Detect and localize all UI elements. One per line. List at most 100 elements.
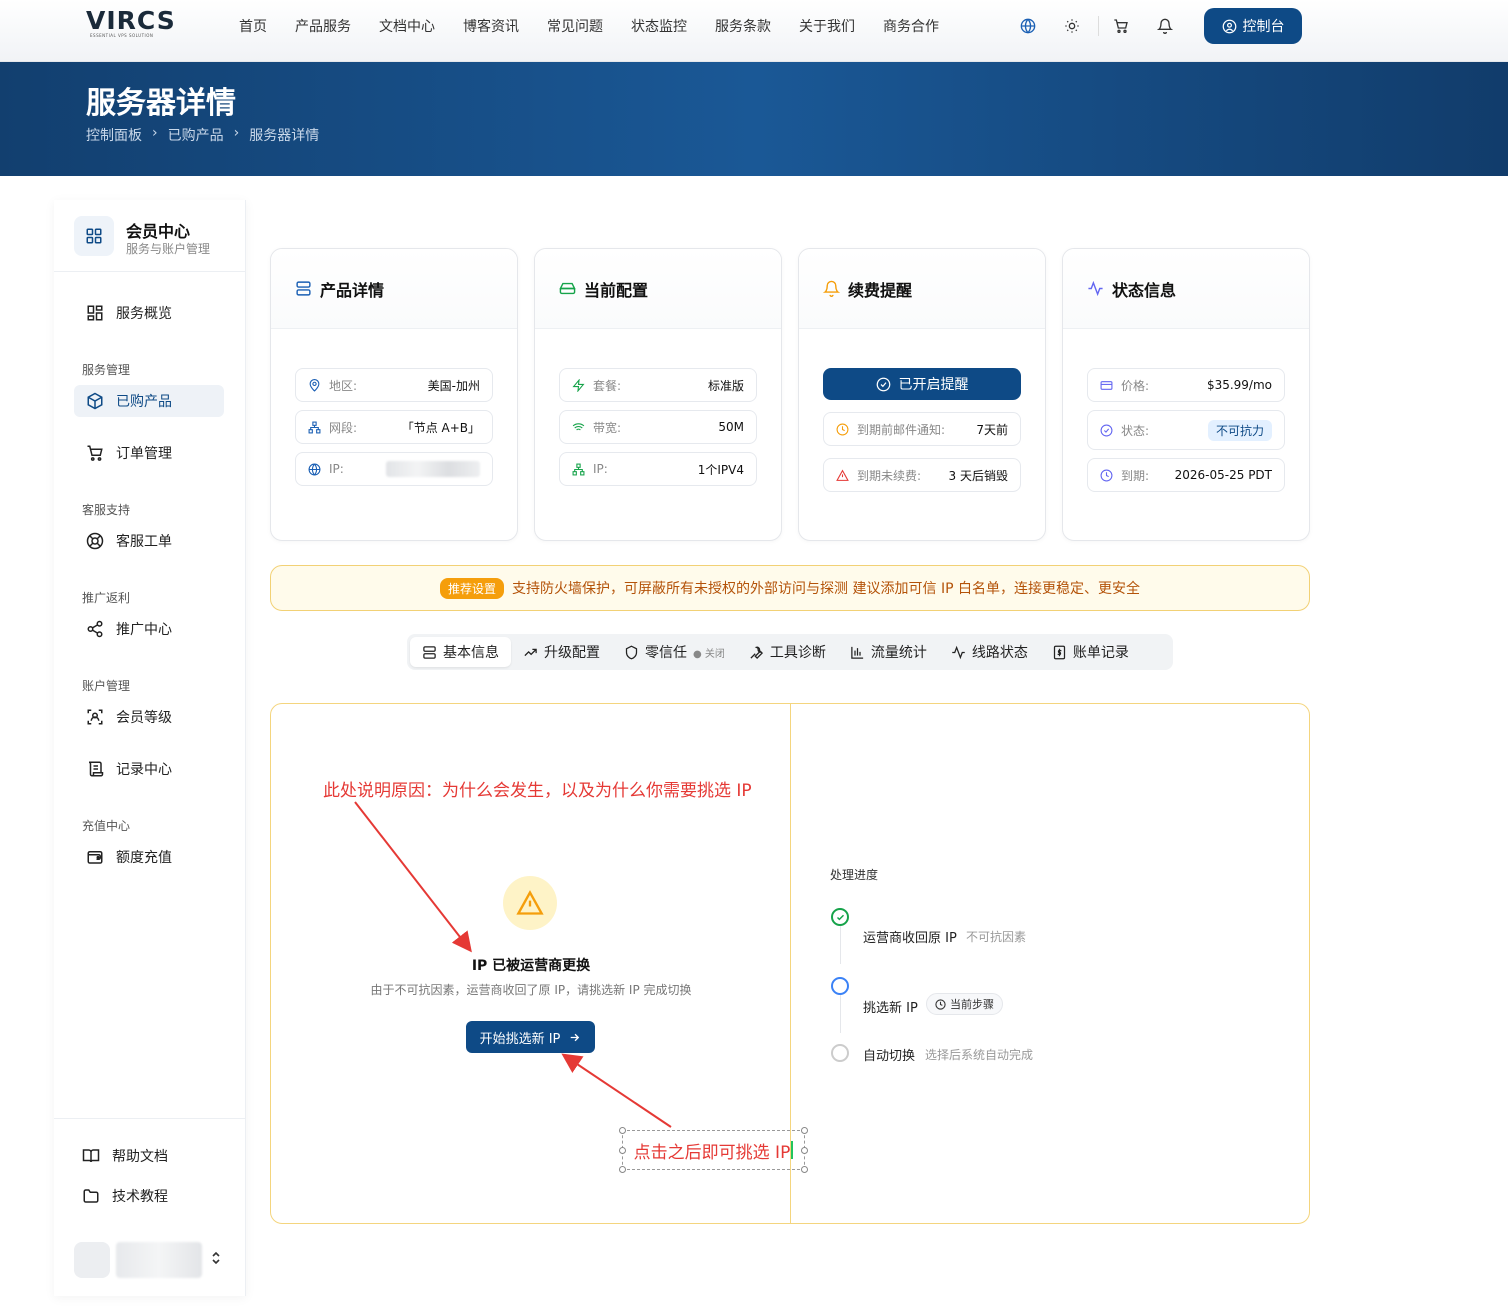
- globe-icon[interactable]: [1016, 14, 1040, 38]
- alert-triangle-icon: [836, 469, 849, 481]
- card-header: 续费提醒: [799, 249, 1045, 329]
- grid-icon: [87, 305, 103, 321]
- avatar[interactable]: [74, 1242, 110, 1278]
- user-name-blurred[interactable]: [116, 1242, 202, 1278]
- tab-upgrade[interactable]: 升级配置: [511, 637, 612, 667]
- tab-label: 升级配置: [544, 645, 600, 661]
- breadcrumb-separator: ›: [152, 125, 158, 141]
- wifi-icon: [572, 422, 585, 432]
- bell-icon[interactable]: [1153, 14, 1177, 38]
- segment-value: 「节点 A+B」: [401, 420, 480, 435]
- receipt-icon: [1053, 645, 1066, 659]
- map-pin-icon: [309, 378, 320, 392]
- nav-docs[interactable]: 文档中心: [365, 16, 449, 36]
- status-badge: 不可抗力: [1207, 419, 1272, 441]
- tab-traffic[interactable]: 流量统计: [838, 637, 939, 667]
- price-row: 价格: $35.99/mo: [1087, 368, 1285, 402]
- sidebar-item-overview[interactable]: 服务概览: [74, 297, 224, 329]
- tab-label: 基本信息: [443, 645, 499, 661]
- sidebar-item-tickets[interactable]: 客服工单: [74, 525, 224, 557]
- tab-tools[interactable]: 工具诊断: [737, 637, 838, 667]
- nav-about[interactable]: 关于我们: [785, 16, 869, 36]
- tab-basic-info[interactable]: 基本信息: [410, 637, 511, 667]
- resize-handle[interactable]: [801, 1166, 808, 1173]
- clock-icon: [935, 998, 946, 1010]
- sidebar-item-records[interactable]: 记录中心: [74, 753, 224, 785]
- ip-count-value: 1个IPV4: [697, 462, 744, 477]
- step-done-icon: [831, 908, 849, 926]
- breadcrumb-purchased[interactable]: 已购产品: [168, 125, 224, 145]
- annotation-click-textbox[interactable]: 点击之后即可挑选 IP: [619, 1127, 808, 1173]
- nav-products[interactable]: 产品服务: [281, 16, 365, 36]
- activity-icon: [1088, 280, 1103, 297]
- expire-label: 到期未续费:: [857, 468, 922, 483]
- step-note: 不可抗因素: [966, 930, 1027, 944]
- resize-handle[interactable]: [801, 1147, 808, 1154]
- main-nav: 首页 产品服务 文档中心 博客资讯 常见问题 状态监控 服务条款 关于我们 商务…: [225, 0, 953, 52]
- resize-handle[interactable]: [619, 1127, 626, 1134]
- renewal-reminder-card: 续费提醒 已开启提醒 到期前邮件通知: 7天前 到期未续费: 3 天后销毁: [798, 248, 1046, 541]
- nav-blog[interactable]: 博客资讯: [449, 16, 533, 36]
- sun-icon[interactable]: [1060, 14, 1084, 38]
- network-icon: [572, 463, 585, 475]
- resize-handle[interactable]: [619, 1166, 626, 1173]
- tab-zero-trust[interactable]: 零信任 ● 关闭: [612, 637, 737, 667]
- tab-label: 流量统计: [870, 645, 927, 661]
- tab-route[interactable]: 线路状态: [939, 637, 1040, 667]
- nav-business[interactable]: 商务合作: [869, 16, 953, 36]
- logo-subtitle: ESSENTIAL VPS SOLUTION: [90, 33, 154, 38]
- sidebar-item-orders[interactable]: 订单管理: [74, 437, 224, 469]
- notify-row: 到期前邮件通知: 7天前: [823, 412, 1021, 446]
- sidebar-item-promotion[interactable]: 推广中心: [74, 613, 224, 645]
- sidebar-item-level[interactable]: 会员等级: [74, 701, 224, 733]
- chevrons-up-down-icon[interactable]: [210, 1250, 222, 1269]
- sidebar-section-service: 服务管理: [82, 363, 131, 377]
- bell-icon: [823, 280, 840, 297]
- arrow-right-icon: [571, 1033, 580, 1041]
- tab-billing[interactable]: 账单记录: [1040, 637, 1141, 667]
- grid-icon: [74, 216, 114, 256]
- sidebar-item-tutorial[interactable]: 技术教程: [70, 1180, 220, 1212]
- nav-status[interactable]: 状态监控: [617, 16, 701, 36]
- ip-label: IP:: [329, 462, 344, 476]
- cart-icon: [87, 445, 103, 461]
- region-label: 地区:: [329, 378, 358, 393]
- server-icon: [423, 645, 436, 659]
- clock-icon: [836, 423, 849, 435]
- annotation-click-text: 点击之后即可挑选 IP: [633, 1142, 791, 1163]
- nav-terms[interactable]: 服务条款: [701, 16, 785, 36]
- tab-label: 零信任: [645, 645, 687, 661]
- step-current-icon: [831, 977, 849, 995]
- bar-chart-icon: [851, 646, 864, 659]
- cart-icon[interactable]: [1109, 14, 1133, 38]
- sidebar-item-credit[interactable]: 额度充值: [74, 841, 224, 873]
- resize-handle[interactable]: [619, 1147, 626, 1154]
- price-label: 价格:: [1121, 378, 1150, 393]
- ip-replaced-title: IP 已被运营商更换: [471, 958, 591, 974]
- activity-icon: [952, 645, 965, 659]
- clock-icon: [1100, 469, 1113, 481]
- start-pick-ip-button[interactable]: 开始挑选新 IP: [466, 1021, 595, 1053]
- page-header: 服务器详情 控制面板 › 已购产品 › 服务器详情: [0, 62, 1508, 176]
- expire-value: 3 天后销毁: [948, 468, 1008, 483]
- shield-icon: [625, 645, 638, 659]
- globe-icon: [308, 463, 321, 475]
- nav-faq[interactable]: 常见问题: [533, 16, 617, 36]
- check-circle-icon: [1100, 424, 1113, 436]
- sidebar-item-purchased[interactable]: 已购产品: [74, 385, 224, 417]
- breadcrumb-dashboard[interactable]: 控制面板: [86, 125, 142, 145]
- sidebar-item-help[interactable]: 帮助文档: [70, 1140, 220, 1172]
- segment-label: 网段:: [329, 420, 358, 435]
- tab-label: 账单记录: [1072, 645, 1129, 661]
- sidebar-item-label: 额度充值: [116, 850, 172, 866]
- console-button[interactable]: 控制台: [1204, 8, 1302, 44]
- breadcrumb-separator: ›: [233, 125, 240, 141]
- resize-handle[interactable]: [801, 1127, 808, 1134]
- nav-home[interactable]: 首页: [225, 16, 281, 36]
- card-header: 当前配置: [535, 249, 781, 329]
- firewall-notice-banner[interactable]: 推荐设置 支持防火墙保护，可屏蔽所有未授权的外部访问与探测 建议添加可信 IP …: [270, 565, 1310, 611]
- sidebar-item-label: 记录中心: [116, 762, 172, 778]
- reminder-enabled-button[interactable]: 已开启提醒: [823, 368, 1021, 400]
- card-title: 状态信息: [1112, 280, 1177, 300]
- brand-logo[interactable]: VIRCS ESSENTIAL VPS SOLUTION: [86, 6, 176, 40]
